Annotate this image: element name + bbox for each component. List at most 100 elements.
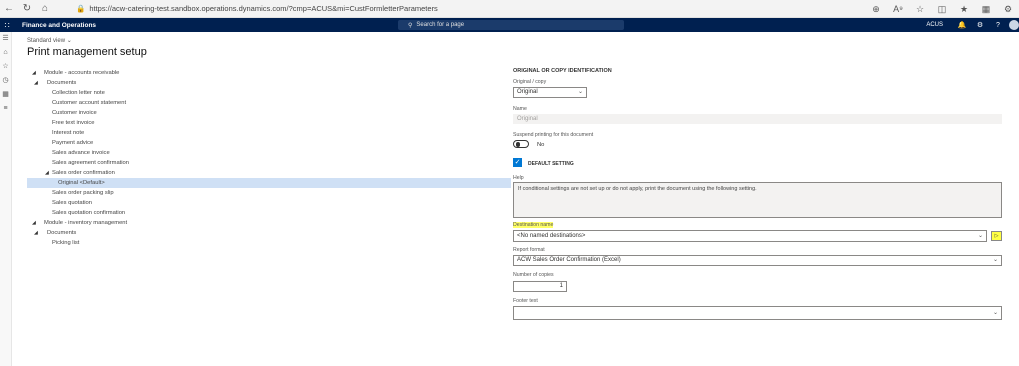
search-input[interactable]: ⚲ Search for a page (398, 20, 624, 30)
tree-row[interactable]: ◢ Documents (27, 78, 511, 88)
report-format-value: ACW Sales Order Confirmation (Excel) (517, 257, 621, 263)
help-text: If conditional settings are not set up o… (518, 186, 757, 192)
expand-toggle-icon[interactable]: ◢ (45, 168, 49, 178)
workspaces-nav-icon[interactable]: ▦ (0, 88, 11, 102)
tree-row[interactable]: Sales order packing slip (27, 188, 511, 198)
help-icon[interactable]: ? (989, 22, 1007, 29)
modules-nav-icon[interactable]: ≡ (0, 102, 11, 116)
copies-value: 1 (559, 283, 563, 289)
search-icon: ⚲ (408, 22, 413, 29)
tree-row-label: Original <Default> (58, 180, 105, 186)
expand-toggle-icon[interactable]: ◢ (32, 68, 36, 78)
recent-nav-icon[interactable]: ◷ (0, 74, 11, 88)
favorites-nav-icon[interactable]: ☆ (0, 60, 11, 74)
suspend-toggle[interactable] (513, 140, 529, 148)
toggle-knob (515, 142, 520, 147)
original-copy-label: Original / copy (513, 79, 547, 85)
chevron-down-icon: ⌄ (977, 233, 983, 239)
tree-row-label: Sales agreement confirmation (52, 160, 130, 166)
help-textbox: If conditional settings are not set up o… (513, 182, 1002, 218)
tree-row[interactable]: Picking list (27, 238, 511, 248)
hamburger-menu-icon[interactable]: ☰ (0, 32, 11, 46)
chevron-down-icon: ⌄ (992, 257, 998, 263)
copies-label: Number of copies (513, 272, 554, 278)
expand-toggle-icon[interactable]: ◢ (34, 228, 38, 238)
footer-label: Footer text (513, 298, 538, 304)
tree-row-label: Sales order packing slip (52, 190, 114, 196)
tree-row-label: Interest note (52, 130, 85, 136)
tree-row-label: Collection letter note (52, 90, 105, 96)
favorite-icon[interactable]: ☆ (909, 4, 931, 15)
tree-row-label: Sales quotation (52, 200, 92, 206)
company-picker[interactable]: ACUS (926, 22, 943, 28)
default-setting-label: DEFAULT SETTING (528, 161, 574, 167)
app-header: ∷ Finance and Operations ⚲ Search for a … (0, 18, 1019, 32)
favorites-bar-icon[interactable]: ★ (953, 4, 975, 15)
expand-toggle-icon[interactable]: ◢ (34, 78, 38, 88)
refresh-icon[interactable]: ↻ (18, 0, 36, 18)
default-setting-checkbox[interactable]: ✓ (513, 158, 522, 167)
tree-row-label: Free text invoice (52, 120, 95, 126)
tree-row[interactable]: Sales quotation (27, 198, 511, 208)
tree-row[interactable]: Sales agreement confirmation (27, 158, 511, 168)
settings-gear-icon[interactable]: ⚙ (971, 21, 989, 29)
view-selector[interactable]: Standard view ⌄ (27, 37, 72, 44)
back-icon[interactable]: ← (0, 0, 18, 18)
tree-row[interactable]: Customer account statement (27, 98, 511, 108)
tree-row[interactable]: ◢ Module - inventory management (27, 218, 511, 228)
tree-row[interactable]: ◢ Documents (27, 228, 511, 238)
report-format-select[interactable]: ACW Sales Order Confirmation (Excel) ⌄ (513, 255, 1002, 266)
help-label: Help (513, 175, 524, 181)
original-copy-value: Original (517, 89, 538, 95)
read-aloud-icon[interactable]: A⁹ (887, 4, 909, 14)
destination-label: Destination name (513, 222, 554, 228)
home-icon[interactable]: ⌂ (36, 0, 54, 18)
suspend-value: No (537, 142, 545, 148)
tree-row-label: Sales order confirmation (52, 170, 115, 176)
tree-row-label: Customer invoice (52, 110, 97, 116)
expand-toggle-icon[interactable]: ◢ (32, 218, 36, 228)
tree-row-label: Sales advance invoice (52, 150, 110, 156)
tree-row-label: Sales quotation confirmation (52, 210, 126, 216)
name-field: Original (513, 114, 1002, 124)
destination-select[interactable]: <No named destinations> ⌄ (513, 230, 987, 242)
split-screen-icon[interactable]: ◫ (931, 4, 953, 15)
tree-row[interactable]: Payment advice (27, 138, 511, 148)
page-title: Print management setup (27, 46, 147, 58)
destination-lookup-button[interactable]: ▷ (991, 231, 1002, 241)
footer-select[interactable]: ⌄ (513, 306, 1002, 320)
original-copy-select[interactable]: Original ⌄ (513, 87, 587, 98)
collections-icon[interactable]: ▦ (975, 4, 997, 15)
chevron-down-icon: ⌄ (992, 310, 998, 316)
copies-input[interactable]: 1 (513, 281, 567, 292)
tree-row[interactable]: Sales quotation confirmation (27, 208, 511, 218)
destination-value: <No named destinations> (517, 233, 586, 239)
tree-row[interactable]: Collection letter note (27, 88, 511, 98)
suspend-label: Suspend printing for this document (513, 132, 594, 138)
tree-row[interactable]: Customer invoice (27, 108, 511, 118)
tree-row-label: Module - inventory management (44, 220, 128, 226)
tree-row-label: Picking list (52, 240, 80, 246)
report-format-label: Report format (513, 247, 545, 253)
lock-icon: 🔒 (76, 4, 86, 13)
tree-row[interactable]: Original <Default> (27, 178, 511, 188)
document-tree: ◢ Module - accounts receivable ◢ Documents C… (27, 68, 511, 248)
home-nav-icon[interactable]: ⌂ (0, 46, 11, 60)
tree-row-label: Documents (47, 230, 77, 236)
tree-row[interactable]: ◢ Sales order confirmation (27, 168, 511, 178)
notification-bell-icon[interactable]: 🔔 (953, 21, 971, 29)
app-name[interactable]: Finance and Operations (22, 22, 96, 29)
section-title: ORIGINAL OR COPY IDENTIFICATION (513, 68, 612, 74)
avatar[interactable] (1009, 20, 1019, 30)
tree-row[interactable]: Interest note (27, 128, 511, 138)
address-bar[interactable]: 🔒 https://acw-catering-test.sandbox.oper… (76, 2, 438, 15)
app-launcher-icon[interactable]: ∷ (0, 18, 14, 32)
name-value: Original (517, 116, 538, 122)
extensions-icon[interactable]: ⚙ (997, 4, 1019, 15)
zoom-icon[interactable]: ⊕ (865, 4, 887, 15)
tree-row[interactable]: Sales advance invoice (27, 148, 511, 158)
tree-row[interactable]: Free text invoice (27, 118, 511, 128)
navigation-rail: ☰ ⌂ ☆ ◷ ▦ ≡ (0, 32, 12, 366)
tree-row[interactable]: ◢ Module - accounts receivable (27, 68, 511, 78)
name-label: Name (513, 106, 527, 112)
